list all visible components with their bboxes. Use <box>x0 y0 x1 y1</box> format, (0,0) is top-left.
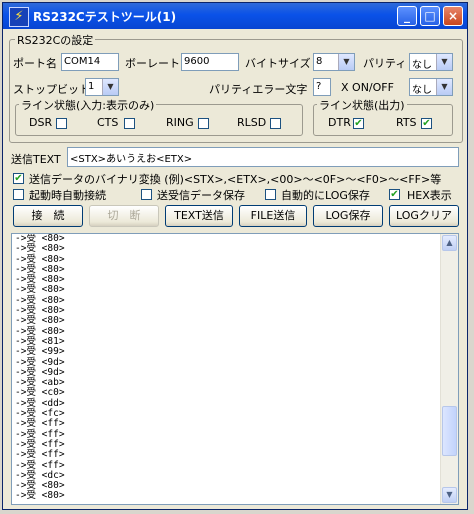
parity-error-label: パリティエラー文字 <box>209 83 308 96</box>
log-scrollbar[interactable]: ▲ ▼ <box>440 234 458 504</box>
scroll-up-button[interactable]: ▲ <box>442 235 457 251</box>
binary-convert-checkbox[interactable]: ✔ <box>13 173 24 184</box>
rts-label: RTS <box>396 116 417 129</box>
ring-checkbox[interactable] <box>198 118 209 129</box>
file-send-button[interactable]: FILE送信 <box>239 205 307 227</box>
chevron-down-icon[interactable]: ▼ <box>436 79 452 95</box>
chevron-down-icon[interactable]: ▼ <box>102 79 118 95</box>
log-line: ->受 <ff> <box>15 449 65 461</box>
hex-display-checkbox[interactable]: ✔ <box>389 189 400 200</box>
minimize-button[interactable]: _ <box>397 6 417 26</box>
xonoff-value: なし <box>412 85 432 96</box>
stopbit-label: ストップビット <box>13 83 90 96</box>
cts-checkbox[interactable] <box>124 118 135 129</box>
dsr-label: DSR <box>29 116 53 129</box>
connect-button[interactable]: 接 続 <box>13 205 83 227</box>
port-input[interactable]: COM14 <box>61 53 119 71</box>
hex-display-label: HEX表示 <box>407 189 452 202</box>
stopbit-value: 1 <box>88 81 95 92</box>
title-bar[interactable]: ⚡ RS232Cテストツール(1) _ □ × <box>3 3 467 29</box>
parity-label: パリティ <box>363 57 407 70</box>
xonoff-select[interactable]: なし ▼ <box>409 78 453 96</box>
settings-group-label: RS232Cの設定 <box>15 32 96 48</box>
parity-select[interactable]: なし ▼ <box>409 53 453 71</box>
port-label: ポート名 <box>13 57 57 70</box>
send-text-input[interactable]: <STX>あいうえお<ETX> <box>67 147 459 167</box>
log-area[interactable]: ->受 <80> ->受 <80> ->受 <80> ->受 <80> ->受 <80>… <box>11 233 459 505</box>
text-send-button[interactable]: TEXT送信 <box>165 205 233 227</box>
ring-label: RING <box>166 116 194 129</box>
disconnect-button[interactable]: 切 断 <box>89 205 159 227</box>
xonoff-label: X ON/OFF <box>341 81 394 94</box>
bytesize-select[interactable]: 8 ▼ <box>313 53 355 71</box>
dtr-checkbox[interactable]: ✔ <box>353 118 364 129</box>
cts-label: CTS <box>97 116 119 129</box>
line-out-group-label: ライン状態(出力) <box>317 97 407 113</box>
close-button[interactable]: × <box>443 6 463 26</box>
chevron-down-icon[interactable]: ▼ <box>436 54 452 70</box>
window-title: RS232Cテストツール(1) <box>33 10 177 24</box>
maximize-button[interactable]: □ <box>420 6 440 26</box>
dtr-label: DTR <box>328 116 351 129</box>
bytesize-value: 8 <box>316 56 323 67</box>
scroll-thumb[interactable] <box>442 406 457 456</box>
auto-log-checkbox[interactable] <box>265 189 276 200</box>
baud-input[interactable]: 9600 <box>181 53 239 71</box>
chevron-down-icon[interactable]: ▼ <box>338 54 354 70</box>
lightning-icon[interactable]: ⚡ <box>9 7 29 27</box>
parity-value: なし <box>412 60 432 71</box>
main-window: ⚡ RS232Cテストツール(1) _ □ × RS232Cの設定 ポート名 C… <box>2 2 468 510</box>
line-in-group-label: ライン状態(入力:表示のみ) <box>19 97 157 113</box>
save-data-checkbox[interactable] <box>141 189 152 200</box>
log-line: ->受 <80> <box>15 490 65 502</box>
baud-label: ボーレート <box>125 57 180 70</box>
rlsd-checkbox[interactable] <box>270 118 281 129</box>
bytesize-label: バイトサイズ <box>245 57 311 70</box>
auto-connect-checkbox[interactable] <box>13 189 24 200</box>
log-clear-button[interactable]: LOGクリア <box>389 205 459 227</box>
auto-connect-label: 起動時自動接続 <box>29 189 106 202</box>
stopbit-select[interactable]: 1 ▼ <box>85 78 119 96</box>
scroll-down-button[interactable]: ▼ <box>442 487 457 503</box>
dsr-checkbox[interactable] <box>56 118 67 129</box>
auto-log-label: 自動的にLOG保存 <box>281 189 370 202</box>
log-save-button[interactable]: LOG保存 <box>313 205 383 227</box>
rlsd-label: RLSD <box>237 116 267 129</box>
rts-checkbox[interactable]: ✔ <box>421 118 432 129</box>
binary-convert-label: 送信データのバイナリ変換 (例)<STX>,<ETX>,<00>～<0F>～<F… <box>29 173 442 186</box>
send-text-label: 送信TEXT <box>11 153 61 166</box>
save-data-label: 送受信データ保存 <box>157 189 245 202</box>
parity-error-input[interactable]: ? <box>313 78 331 96</box>
log-lines: ->受 <80> ->受 <80> ->受 <80> ->受 <80> ->受 <80>… <box>15 234 65 502</box>
